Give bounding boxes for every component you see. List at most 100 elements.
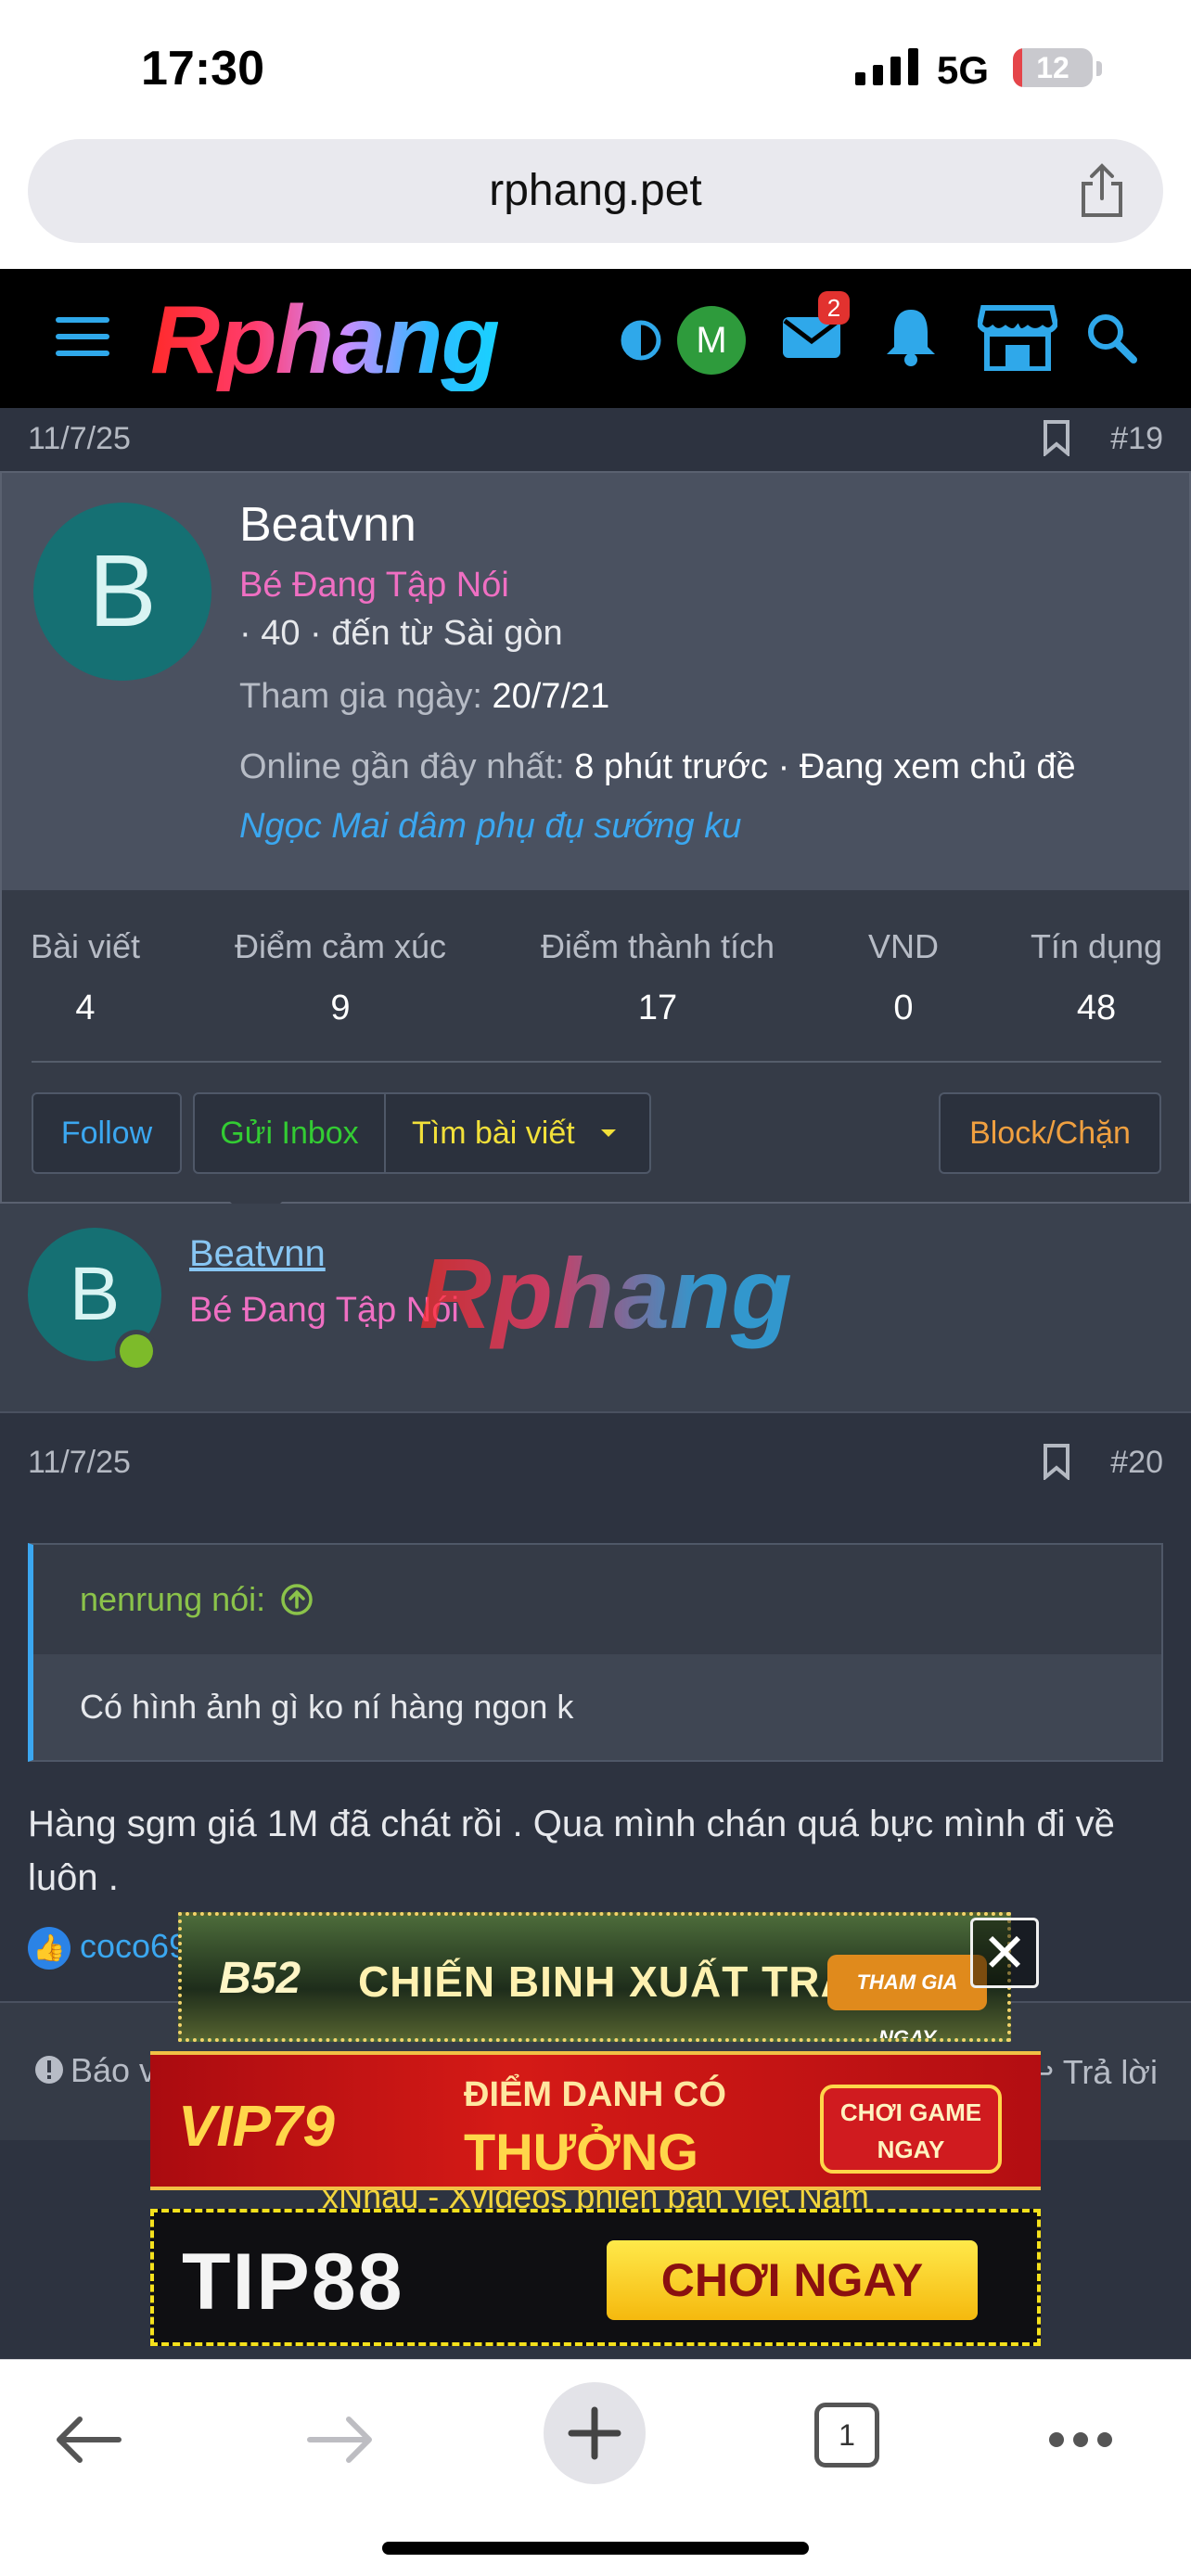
quote-block: nenrung nói: Có hình ảnh gì ko ní hàng n…: [28, 1543, 1163, 1762]
member-last-online: Online gần đây nhất: 8 phút trước · Đang…: [239, 747, 1076, 787]
watermark-logo: Rphang: [419, 1237, 792, 1349]
member-card: B Beatvnn Bé Đang Tập Nói · 40 · đến từ …: [0, 471, 1191, 1204]
ad-logo: TIP88: [182, 2238, 404, 2327]
store-icon[interactable]: [978, 304, 1057, 371]
home-indicator: [382, 2542, 809, 2555]
report-button[interactable]: Báo vi: [33, 2051, 163, 2090]
user-avatar[interactable]: M: [677, 306, 746, 375]
ad-banner-vip79[interactable]: VIP79 ĐIỂM DANH CÓ THƯỞNG CHƠI GAME NGAY: [150, 2051, 1041, 2190]
online-status-icon: [115, 1330, 158, 1372]
caret-down-icon: [601, 1129, 616, 1137]
send-inbox-button[interactable]: Gửi Inbox: [193, 1092, 386, 1174]
stat-credit[interactable]: Tín dụng 48: [1022, 927, 1171, 1028]
stat-value: 0: [893, 988, 914, 1027]
stat-label: Điểm thành tích: [540, 927, 775, 965]
post-20: 11/7/25 #20 nenrung nói: Có hình ảnh gì …: [0, 1411, 1191, 2348]
stat-trophy-points[interactable]: Điểm thành tích 17: [532, 927, 783, 1028]
ad-logo: VIP79: [178, 2095, 335, 2159]
address-bar[interactable]: rphang.pet: [28, 139, 1163, 243]
ad-cta-button[interactable]: CHƠI NGAY: [607, 2240, 978, 2320]
browser-toolbar: 1: [0, 2359, 1191, 2576]
quote-author[interactable]: nenrung nói:: [80, 1580, 314, 1619]
post-number[interactable]: #19: [1110, 421, 1163, 457]
stat-posts[interactable]: Bài viết 4: [30, 927, 141, 1028]
ad-title-line2: THƯỞNG: [464, 2123, 698, 2181]
status-time: 17:30: [141, 42, 264, 96]
bell-icon[interactable]: [883, 306, 939, 367]
reply-button[interactable]: ↩ Trả lời: [1028, 2053, 1158, 2092]
post-meta-20: 11/7/25 #20: [0, 1432, 1191, 1493]
reply-label: Trả lời: [1062, 2053, 1158, 2091]
ad-title-line1: ĐIỂM DANH CÓ: [464, 2075, 726, 2114]
theme-toggle-icon[interactable]: [620, 319, 662, 362]
url-text[interactable]: rphang.pet: [28, 165, 1163, 216]
post-number[interactable]: #20: [1110, 1445, 1163, 1481]
stat-label: Tín dụng: [1030, 927, 1163, 965]
battery-tip: [1096, 61, 1102, 76]
share-icon[interactable]: [1076, 163, 1128, 219]
close-icon[interactable]: ✕: [970, 1918, 1039, 1988]
battery-icon: 12: [1013, 48, 1093, 87]
stat-value: 17: [637, 988, 678, 1027]
stat-value: 48: [1076, 988, 1117, 1027]
site-logo[interactable]: Rphang: [150, 289, 500, 391]
menu-icon[interactable]: [56, 315, 109, 358]
stat-vnd[interactable]: VND 0: [848, 927, 959, 1028]
author-name[interactable]: Beatvnn: [189, 1233, 326, 1275]
block-button[interactable]: Block/Chặn: [939, 1092, 1161, 1174]
like-icon: 👍: [28, 1927, 70, 1970]
ad-cta-button[interactable]: THAM GIA NGAY: [827, 1955, 987, 2038]
ad-logo: B52: [219, 1954, 301, 2003]
find-posts-label: Tìm bài viết: [412, 1116, 575, 1151]
online-value: 8 phút trước · Đang xem chủ đề: [574, 747, 1076, 786]
follow-button[interactable]: Follow: [32, 1092, 182, 1174]
network-type: 5G: [937, 48, 990, 92]
divider: [32, 1061, 1161, 1063]
address-bar-area: rphang.pet: [0, 139, 1191, 269]
ad-title: CHIẾN BINH XUẤT TRẬN: [358, 1958, 884, 2006]
plus-icon: [568, 2406, 621, 2460]
online-label: Online gần đây nhất:: [239, 747, 565, 786]
post-meta-19: 11/7/25 #19: [0, 408, 1191, 469]
stat-label: Điểm cảm xúc: [234, 927, 447, 965]
stat-value: 4: [75, 988, 96, 1027]
stat-label: VND: [867, 927, 939, 965]
arrow-up-circle-icon[interactable]: [280, 1583, 314, 1616]
new-tab-button[interactable]: [544, 2382, 646, 2484]
tabs-button[interactable]: 1: [814, 2403, 879, 2468]
status-bar: 17:30 5G 12: [0, 0, 1191, 139]
site-header: Rphang M 2: [0, 269, 1191, 408]
more-icon[interactable]: [1048, 2430, 1113, 2449]
joined-value: 20/7/21: [492, 677, 610, 716]
stat-reactions[interactable]: Điểm cảm xúc 9: [224, 927, 456, 1028]
back-icon[interactable]: [54, 2414, 122, 2466]
ad-banner-tip88[interactable]: TIP88 CHƠI NGAY: [150, 2209, 1041, 2346]
post-date: 11/7/25: [28, 421, 131, 456]
joined-label: Tham gia ngày:: [239, 677, 482, 716]
ad-cta-button[interactable]: CHƠI GAME NGAY: [820, 2085, 1002, 2174]
member-rank: Bé Đang Tập Nói: [239, 566, 509, 605]
stat-label: Bài viết: [30, 927, 141, 965]
find-posts-button[interactable]: Tìm bài viết: [384, 1092, 651, 1174]
post-body: Hàng sgm giá 1M đã chát rồi . Qua mình c…: [28, 1804, 1115, 1898]
member-avatar[interactable]: B: [33, 503, 211, 681]
member-joined: Tham gia ngày: 20/7/21: [239, 677, 609, 717]
bookmark-icon[interactable]: [1043, 1443, 1070, 1480]
member-name[interactable]: Beatvnn: [239, 497, 416, 553]
reactions-summary[interactable]: 👍 coco69: [28, 1927, 187, 1970]
battery-level: 12: [1036, 51, 1069, 84]
inbox-badge: 2: [818, 291, 850, 325]
post-date: 11/7/25: [28, 1445, 131, 1480]
warning-icon: [35, 2056, 63, 2084]
cellular-signal-icon: [855, 48, 918, 85]
quote-text: Có hình ảnh gì ko ní hàng ngon k: [80, 1688, 574, 1726]
forward-icon[interactable]: [306, 2414, 375, 2466]
search-icon[interactable]: [1085, 312, 1137, 363]
bookmark-icon[interactable]: [1043, 419, 1070, 456]
member-location: · 40 · đến từ Sài gòn: [239, 614, 563, 653]
stat-value: 9: [330, 988, 351, 1027]
likers[interactable]: coco69: [80, 1927, 187, 1965]
ad-banner-b52[interactable]: B52 CHIẾN BINH XUẤT TRẬN THAM GIA NGAY: [178, 1912, 1011, 2042]
post-author: B Beatvnn Bé Đang Tập Nói Rphang: [0, 1204, 1191, 1411]
current-thread-link[interactable]: Ngọc Mai dâm phụ đụ sướng ku: [239, 807, 741, 847]
